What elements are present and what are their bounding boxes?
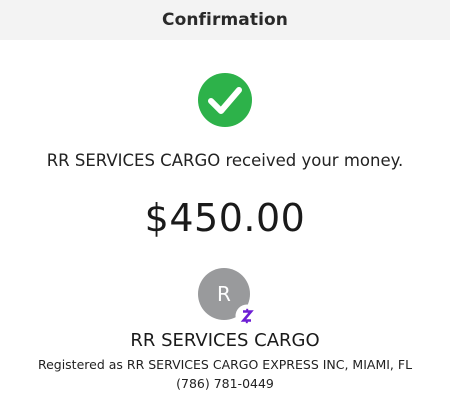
registered-as-text: Registered as RR SERVICES CARGO EXPRESS … <box>37 357 413 372</box>
confirmation-message: RR SERVICES CARGO received your money. <box>46 151 404 170</box>
header-bar: Confirmation <box>0 0 450 40</box>
zelle-icon <box>235 304 259 328</box>
payment-amount: $450.00 <box>144 196 306 240</box>
avatar-initial: R <box>217 282 231 306</box>
page-title: Confirmation <box>162 10 288 30</box>
recipient-name: RR SERVICES CARGO <box>130 330 320 351</box>
recipient-phone: (786) 781-0449 <box>176 376 274 391</box>
check-circle-icon <box>198 73 252 127</box>
